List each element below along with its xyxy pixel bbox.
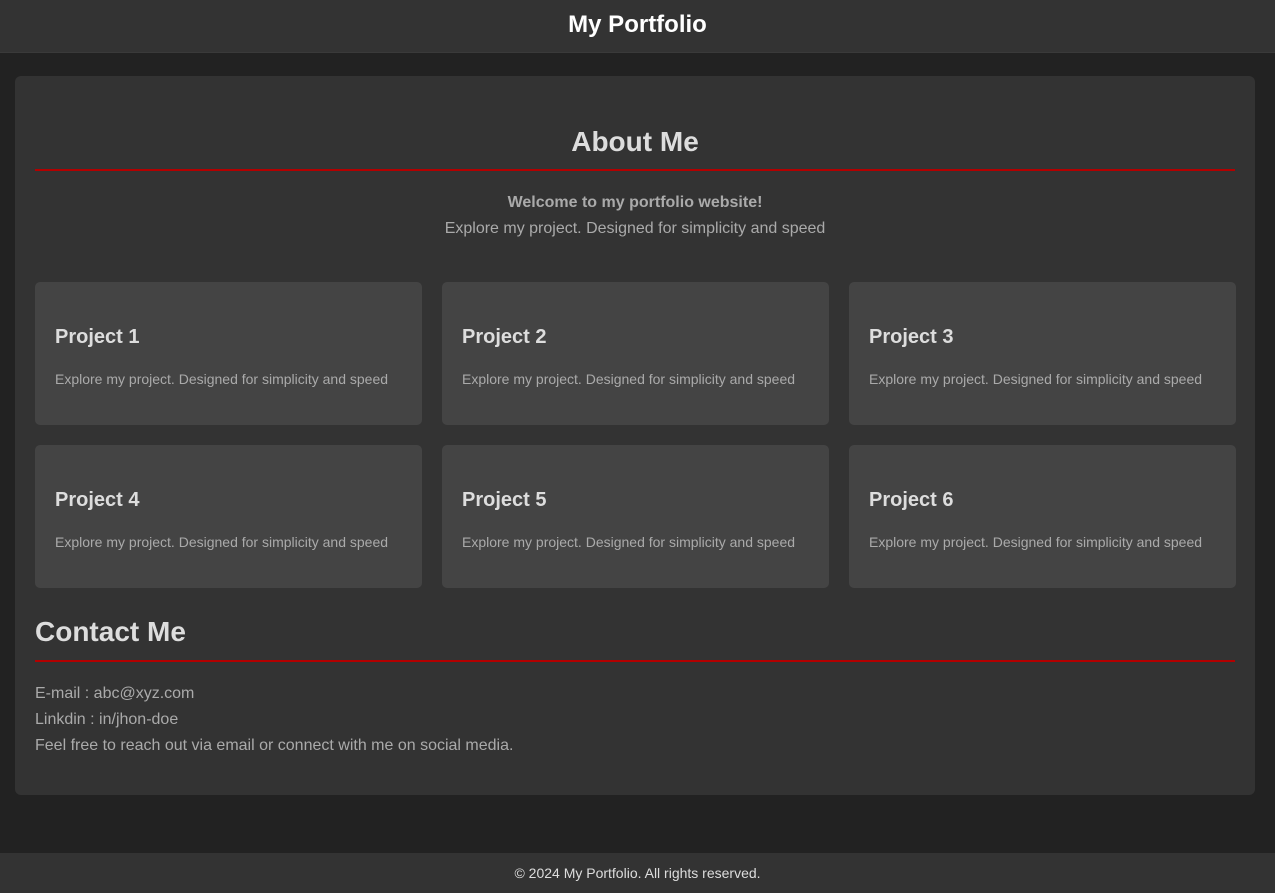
about-title: About Me [571, 126, 699, 157]
project-description: Explore my project. Designed for simplic… [869, 534, 1203, 550]
project-card-1[interactable]: Project 1 Explore my project. Designed f… [35, 282, 422, 425]
project-title: Project 1 [55, 326, 140, 348]
contact-title: Contact Me [35, 616, 186, 647]
project-description: Explore my project. Designed for simplic… [55, 534, 389, 550]
project-card-4[interactable]: Project 4 Explore my project. Designed f… [35, 445, 422, 588]
site-header: My Portfolio [0, 0, 1275, 53]
about-welcome: Welcome to my portfolio website! [507, 194, 763, 211]
project-title: Project 6 [869, 489, 954, 511]
main-panel: About Me Welcome to my portfolio website… [15, 76, 1255, 795]
project-description: Explore my project. Designed for simplic… [462, 371, 796, 387]
project-card-5[interactable]: Project 5 Explore my project. Designed f… [442, 445, 829, 588]
project-description: Explore my project. Designed for simplic… [55, 371, 389, 387]
project-title: Project 5 [462, 489, 547, 511]
project-card-6[interactable]: Project 6 Explore my project. Designed f… [849, 445, 1236, 588]
contact-note: Feel free to reach out via email or conn… [35, 737, 514, 754]
project-title: Project 4 [55, 489, 140, 511]
about-divider [35, 169, 1235, 171]
site-footer: © 2024 My Portfolio. All rights reserved… [0, 853, 1275, 893]
project-card-3[interactable]: Project 3 Explore my project. Designed f… [849, 282, 1236, 425]
project-title: Project 2 [462, 326, 547, 348]
about-tagline: Explore my project. Designed for simplic… [444, 220, 826, 237]
contact-linkedin[interactable]: Linkdin : in/jhon-doe [35, 711, 178, 729]
project-description: Explore my project. Designed for simplic… [869, 371, 1203, 387]
footer-copyright: © 2024 My Portfolio. All rights reserved… [514, 865, 761, 881]
project-card-2[interactable]: Project 2 Explore my project. Designed f… [442, 282, 829, 425]
project-description: Explore my project. Designed for simplic… [462, 534, 796, 550]
project-title: Project 3 [869, 326, 954, 348]
site-title: My Portfolio [568, 11, 707, 38]
contact-divider [35, 660, 1235, 662]
contact-email[interactable]: E-mail : abc@xyz.com [35, 685, 194, 703]
projects-grid: Project 1 Explore my project. Designed f… [35, 282, 1236, 588]
